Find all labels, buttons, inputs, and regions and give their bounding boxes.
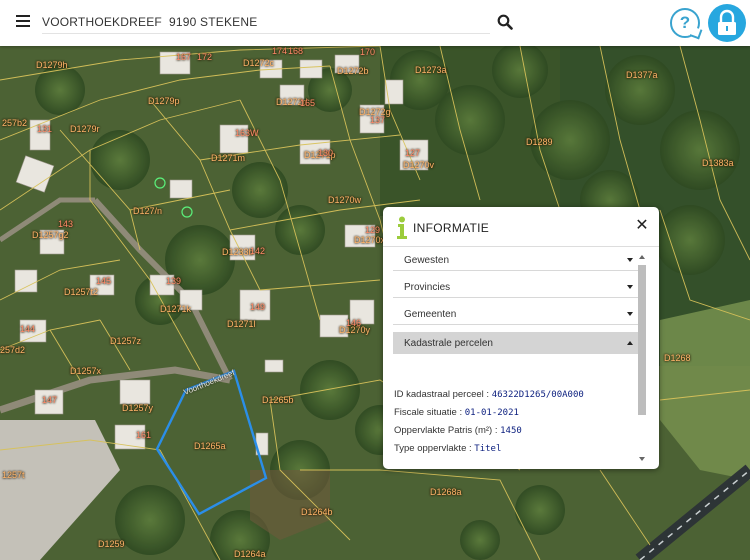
parcel-label: D1265a <box>194 441 226 451</box>
detail-value: 1450 <box>500 426 522 436</box>
accordion-kadastrale-percelen[interactable]: Kadastrale percelen <box>393 332 639 354</box>
detail-label: Fiscale situatie : <box>394 407 465 418</box>
parcel-label: D1271k <box>160 304 192 314</box>
parcel-label: D1272c <box>243 58 275 68</box>
parcel-label: 1257t <box>2 470 25 480</box>
accordion-gemeenten[interactable]: Gemeenten <box>393 303 639 325</box>
parcel-label: D1279h <box>36 60 68 70</box>
house-number-label: 131 <box>37 124 53 134</box>
caret-down-icon <box>627 285 633 289</box>
detail-value: Titel <box>474 444 502 454</box>
parcel-label: D1271l <box>227 319 256 329</box>
accordion-gewesten[interactable]: Gewesten <box>393 249 639 271</box>
house-number-label: 142 <box>250 246 266 256</box>
scroll-up-arrow-icon[interactable] <box>639 255 645 259</box>
detail-label: Type oppervlakte : <box>394 443 475 454</box>
accordion-label: Gewesten <box>404 255 450 266</box>
hamburger-menu-icon[interactable] <box>16 15 30 27</box>
panel-header: INFORMATIE ✕ <box>383 207 659 247</box>
accordion-label: Gemeenten <box>404 309 457 320</box>
detail-row: Oppervlakte Patris (m²) : 1450 <box>394 425 522 436</box>
detail-row: Type oppervlakte : Titel <box>394 443 501 454</box>
scroll-thumb[interactable] <box>638 265 646 415</box>
parcel-label: D1264b <box>301 507 333 517</box>
detail-label: Oppervlakte Patris (m²) : <box>394 425 501 436</box>
house-number-label: 130 <box>318 148 334 158</box>
parcel-label: D1257g2 <box>32 230 69 240</box>
house-number-label: 165 <box>300 98 316 108</box>
house-number-label: 139 <box>166 276 182 286</box>
house-number-label: 174 <box>272 46 288 56</box>
parcel-label: D1257y <box>122 403 154 413</box>
house-number-label: 144 <box>20 324 36 334</box>
parcel-label: D1257x <box>70 366 102 376</box>
parcel-label: D1279p <box>148 96 180 106</box>
parcel-label: D127/n <box>133 206 163 216</box>
house-number-label: 147 <box>42 395 58 405</box>
question-speech-bubble-icon[interactable]: ? <box>670 8 700 38</box>
parcel-label: D1270x <box>354 235 386 245</box>
accordion-provincies[interactable]: Provincies <box>393 276 639 298</box>
parcel-label: D1257z <box>110 336 142 346</box>
accordion-label: Kadastrale percelen <box>404 338 493 349</box>
caret-up-icon <box>627 341 633 345</box>
panel-title: INFORMATIE <box>413 221 490 235</box>
parcel-label: D1233b <box>222 247 254 257</box>
caret-down-icon <box>627 258 633 262</box>
house-number-label: 129 <box>365 225 381 235</box>
parcel-label: D1257t2 <box>64 287 99 297</box>
parcel-label: D1265b <box>262 395 294 405</box>
parcel-label: D1268a <box>430 487 462 497</box>
caret-down-icon <box>627 312 633 316</box>
parcel-label: D1270w <box>328 195 362 205</box>
accordion-label: Provincies <box>404 282 451 293</box>
scroll-down-arrow-icon[interactable] <box>639 457 645 461</box>
info-i-icon <box>395 216 409 240</box>
house-number-label: 161 <box>136 430 152 440</box>
house-number-label: 146 <box>346 318 362 328</box>
detail-value: 46322D1265/00A000 <box>491 390 584 400</box>
magnifier-icon[interactable] <box>497 14 513 30</box>
house-number-label: 149 <box>250 302 266 312</box>
detail-row: Fiscale situatie : 01-01-2021 <box>394 407 519 418</box>
parcel-label: D1273a <box>415 65 447 75</box>
parcel-label: D1264a <box>234 549 266 559</box>
parcel-label: 257b2 <box>2 118 28 128</box>
padlock-icon[interactable] <box>708 4 746 42</box>
house-number-label: 168 <box>288 46 304 56</box>
house-number-label: 167 <box>176 52 192 62</box>
panel-body: Gewesten Provincies Gemeenten Kadastrale… <box>393 249 649 463</box>
house-number-label: 143 <box>58 219 74 229</box>
parcel-label: D1270v <box>403 160 435 170</box>
address-search-input[interactable] <box>42 10 490 34</box>
house-number-label: 163W <box>235 128 259 138</box>
panel-scrollbar[interactable] <box>637 255 647 461</box>
house-number-label: 127 <box>405 148 421 158</box>
close-x-icon[interactable]: ✕ <box>635 218 649 234</box>
detail-row: ID kadastraal perceel : 46322D1265/00A00… <box>394 389 584 400</box>
house-number-label: 170 <box>360 47 376 57</box>
parcel-label: D1377a <box>626 70 658 80</box>
house-number-label: 137 <box>370 115 386 125</box>
detail-value: 01-01-2021 <box>464 408 519 418</box>
parcel-label: D1259 <box>98 539 125 549</box>
parcel-label: D1383a <box>702 158 734 168</box>
parcel-label: D1289 <box>526 137 553 147</box>
parcel-label: D1272b <box>337 66 369 76</box>
detail-label: ID kadastraal perceel : <box>394 389 492 400</box>
parcel-label: D1279r <box>70 124 100 134</box>
parcel-label: D1268 <box>664 353 691 363</box>
parcel-label: 257d2 <box>0 345 26 355</box>
info-panel: INFORMATIE ✕ Gewesten Provincies Gemeent… <box>383 207 659 469</box>
house-number-label: 172 <box>197 52 213 62</box>
top-bar: ? <box>0 0 750 46</box>
house-number-label: 145 <box>96 276 112 286</box>
parcel-label: D1271m <box>211 153 246 163</box>
